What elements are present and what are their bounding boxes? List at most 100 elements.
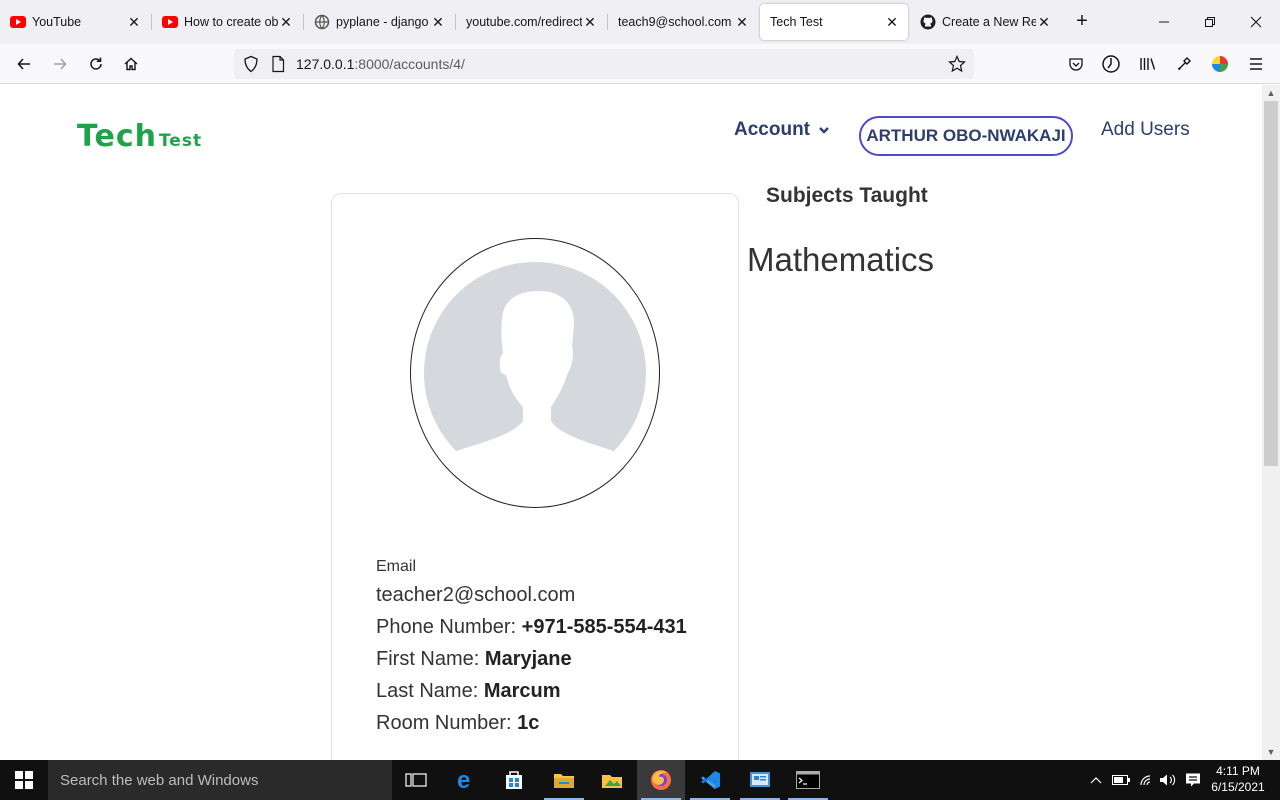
room-label: Room Number:: [376, 712, 512, 734]
account-label: Account: [734, 119, 810, 140]
menu-icon[interactable]: [1246, 54, 1266, 74]
browser-nav-bar: 127.0.0.1:8000/accounts/4/: [0, 44, 1280, 84]
wifi-icon[interactable]: [1136, 760, 1156, 800]
browser-tab[interactable]: YouTube ✕: [0, 4, 150, 40]
add-users-link[interactable]: Add Users: [1101, 119, 1190, 141]
control-panel-icon[interactable]: [736, 760, 784, 800]
file-explorer-icon[interactable]: [540, 760, 588, 800]
browser-tab-strip: YouTube ✕ How to create obj ✕ pyplane - …: [0, 0, 1280, 44]
address-bar[interactable]: 127.0.0.1:8000/accounts/4/: [234, 49, 974, 79]
phone-value: +971-585-554-431: [521, 616, 687, 638]
taskbar-clock[interactable]: 4:11 PM 6/15/2021: [1206, 763, 1270, 795]
room-value: 1c: [517, 712, 540, 734]
tab-title: teach9@school.com |: [618, 15, 734, 29]
scroll-thumb[interactable]: [1264, 101, 1278, 466]
globe-icon: [314, 14, 330, 30]
search-placeholder: Search the web and Windows: [60, 771, 259, 789]
browser-tab[interactable]: Create a New Rep ✕: [910, 4, 1060, 40]
vscode-icon[interactable]: [686, 760, 734, 800]
clock-time: 4:11 PM: [1216, 764, 1260, 778]
url-path: :8000/accounts/4/: [354, 56, 465, 72]
tab-title: pyplane - django: [336, 15, 429, 29]
scroll-up-icon[interactable]: ▲: [1266, 88, 1276, 98]
browser-tab[interactable]: youtube.com/redirect ✕: [456, 4, 606, 40]
url-host: 127.0.0.1: [296, 56, 355, 72]
page-content: Tech Test Account ARTHUR OBO-NWAKAJI Add …: [0, 85, 1262, 760]
back-arrow-icon[interactable]: [14, 54, 34, 74]
site-logo[interactable]: Tech Test: [77, 119, 202, 154]
volume-icon[interactable]: [1158, 760, 1178, 800]
svg-text:e: e: [457, 769, 470, 791]
eyedropper-icon[interactable]: [1174, 54, 1194, 74]
firefox-icon[interactable]: [637, 760, 685, 800]
battery-icon[interactable]: [1111, 760, 1131, 800]
star-icon[interactable]: [948, 55, 966, 78]
subject-item: Mathematics: [747, 241, 935, 278]
clock-date: 6/15/2021: [1211, 780, 1265, 794]
page-scrollbar[interactable]: ▲ ▼: [1262, 85, 1280, 760]
tab-title: How to create obj: [184, 15, 278, 29]
windows-logo-icon: [15, 771, 33, 789]
minimize-button[interactable]: [1154, 12, 1174, 32]
notification-icon[interactable]: [1183, 760, 1203, 800]
task-view-icon[interactable]: [392, 760, 440, 800]
github-icon: [920, 14, 936, 30]
tab-title: Create a New Rep: [942, 15, 1036, 29]
close-icon[interactable]: ✕: [1036, 14, 1052, 30]
terminal-icon[interactable]: [784, 760, 832, 800]
home-icon[interactable]: [121, 54, 141, 74]
account-dropdown[interactable]: Account: [734, 119, 830, 141]
browser-tab[interactable]: How to create obj ✕: [152, 4, 302, 40]
room-number-row: Room Number: 1c: [376, 712, 539, 735]
last-name-label: Last Name:: [376, 680, 479, 702]
first-name-value: Maryjane: [484, 648, 572, 670]
user-name-button[interactable]: ARTHUR OBO-NWAKAJI: [859, 116, 1073, 156]
close-icon[interactable]: ✕: [278, 14, 294, 30]
tab-title: YouTube: [32, 15, 82, 29]
scroll-down-icon[interactable]: ▼: [1266, 747, 1276, 757]
youtube-icon: [10, 14, 26, 30]
restore-button[interactable]: [1200, 12, 1220, 32]
photos-icon[interactable]: [588, 760, 636, 800]
close-icon[interactable]: ✕: [126, 14, 142, 30]
first-name-row: First Name: Maryjane: [376, 648, 572, 671]
email-label: Email: [376, 558, 417, 575]
tab-title: Tech Test: [770, 15, 823, 29]
logo-sub: Test: [158, 131, 203, 151]
taskbar-search-box[interactable]: Search the web and Windows: [48, 760, 392, 800]
edge-icon[interactable]: e: [442, 760, 490, 800]
page-icon[interactable]: [270, 55, 286, 78]
browser-tab[interactable]: teach9@school.com | ✕: [608, 4, 758, 40]
last-name-value: Marcum: [483, 680, 561, 702]
email-value: teacher2@school.com: [376, 584, 576, 606]
shield-icon[interactable]: [242, 55, 260, 78]
first-name-label: First Name:: [376, 648, 480, 670]
color-wheel-icon[interactable]: [1210, 54, 1230, 74]
pocket-icon[interactable]: [1066, 54, 1086, 74]
library-icon[interactable]: [1138, 54, 1158, 74]
profile-card: Email teacher2@school.com Phone Number: …: [331, 193, 739, 760]
last-name-row: Last Name: Marcum: [376, 680, 561, 703]
tab-title: youtube.com/redirect: [466, 15, 582, 29]
close-icon[interactable]: ✕: [884, 14, 900, 30]
logo-main: Tech: [77, 119, 157, 154]
browser-tab[interactable]: pyplane - django ✕: [304, 4, 454, 40]
close-icon[interactable]: ✕: [582, 14, 598, 30]
url-text[interactable]: 127.0.0.1:8000/accounts/4/: [296, 56, 465, 72]
sync-icon[interactable]: [1101, 54, 1121, 74]
phone-number-row: Phone Number: +971-585-554-431: [376, 616, 687, 639]
forward-arrow-icon[interactable]: [50, 54, 70, 74]
chevron-down-icon: [818, 124, 830, 136]
chevron-up-icon[interactable]: [1088, 760, 1104, 800]
subjects-heading: Subjects Taught: [766, 184, 928, 207]
close-window-button[interactable]: [1246, 12, 1266, 32]
avatar: [410, 238, 660, 508]
store-icon[interactable]: [490, 760, 538, 800]
close-icon[interactable]: ✕: [734, 14, 750, 30]
windows-start-button[interactable]: [0, 760, 48, 800]
reload-icon[interactable]: [86, 54, 106, 74]
close-icon[interactable]: ✕: [430, 14, 446, 30]
browser-tab-active[interactable]: Tech Test ✕: [760, 4, 908, 40]
new-tab-button[interactable]: +: [1072, 11, 1092, 32]
windows-taskbar: Search the web and Windows e 4:11 PM 6/1…: [0, 760, 1280, 800]
